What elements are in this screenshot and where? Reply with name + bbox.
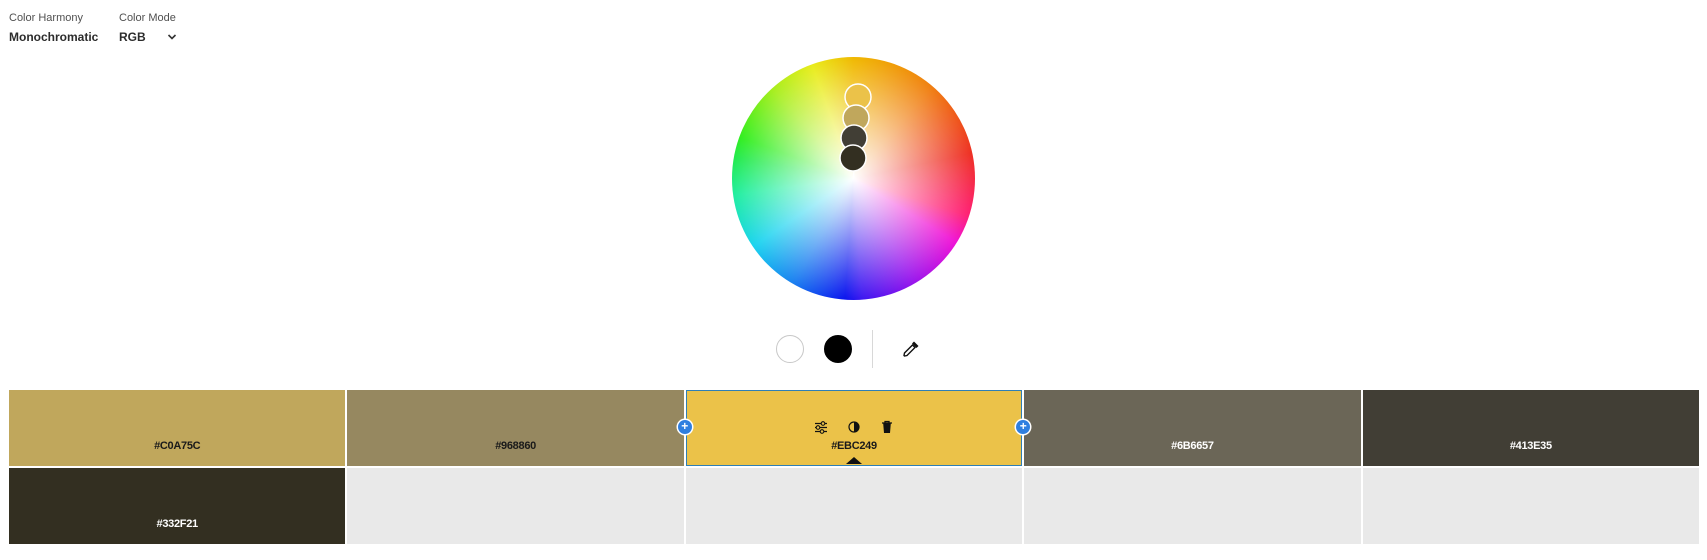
empty-swatch-slot	[1024, 468, 1361, 544]
color-mode-control: Color Mode RGB	[119, 12, 177, 44]
trash-icon[interactable]	[879, 419, 895, 435]
eyedropper-button[interactable]	[899, 337, 923, 361]
selected-caret-icon	[846, 457, 863, 464]
adjust-icon[interactable]	[813, 419, 829, 435]
white-swatch-button[interactable]	[776, 335, 804, 363]
swatch[interactable]: #C0A75C	[9, 390, 346, 466]
color-wheel-pickers	[839, 83, 872, 179]
black-swatch-button[interactable]	[824, 335, 852, 363]
wheel-tools	[776, 330, 923, 368]
swatch[interactable]: #413E35	[1362, 390, 1700, 466]
swatch[interactable]: #332F21	[9, 468, 346, 544]
color-harmony-label: Color Harmony	[9, 12, 83, 24]
swatch-hex-label: #6B6657	[1171, 440, 1214, 452]
swatch-actions	[813, 419, 895, 435]
swatch-row: #332F21	[9, 468, 1700, 544]
top-controls: Color Harmony Monochromatic Color Mode R…	[9, 12, 177, 44]
swatch-hex-label: #332F21	[156, 518, 199, 530]
swatch[interactable]: #6B6657	[1024, 390, 1361, 466]
empty-swatch-slot	[1362, 468, 1700, 544]
add-color-left-button[interactable]: +	[677, 420, 692, 434]
empty-swatch-slot	[685, 468, 1023, 544]
color-harmony-value: Monochromatic	[9, 30, 99, 44]
swatch-grid: #C0A75C #968860 + + #EBC249 #6B6657 #413E35 #3…	[9, 390, 1700, 544]
color-wheel[interactable]	[732, 57, 975, 300]
color-mode-label: Color Mode	[119, 12, 176, 24]
color-harmony-dropdown[interactable]: Monochromatic	[9, 30, 101, 44]
swatch-hex-label: #968860	[495, 440, 536, 452]
swatch-selected[interactable]: + + #EBC249	[677, 390, 1031, 466]
swatch[interactable]: #968860	[347, 390, 684, 466]
color-mode-dropdown[interactable]: RGB	[119, 30, 177, 44]
color-mode-value: RGB	[119, 30, 146, 44]
swatch-row: #C0A75C #968860 + + #EBC249 #6B6657 #413E35	[9, 390, 1700, 466]
color-harmony-control: Color Harmony Monochromatic	[9, 12, 101, 44]
swatch-hex-label: #413E35	[1509, 440, 1552, 452]
eyedropper-icon	[903, 341, 919, 357]
contrast-icon[interactable]	[846, 419, 862, 435]
tool-divider	[872, 330, 873, 368]
empty-swatch-slot	[347, 468, 684, 544]
swatch-hex-label: #C0A75C	[154, 440, 201, 452]
swatch-hex-label: #EBC249	[831, 440, 877, 452]
chevron-down-icon	[167, 34, 177, 40]
color-picker-handle[interactable]	[839, 144, 867, 172]
